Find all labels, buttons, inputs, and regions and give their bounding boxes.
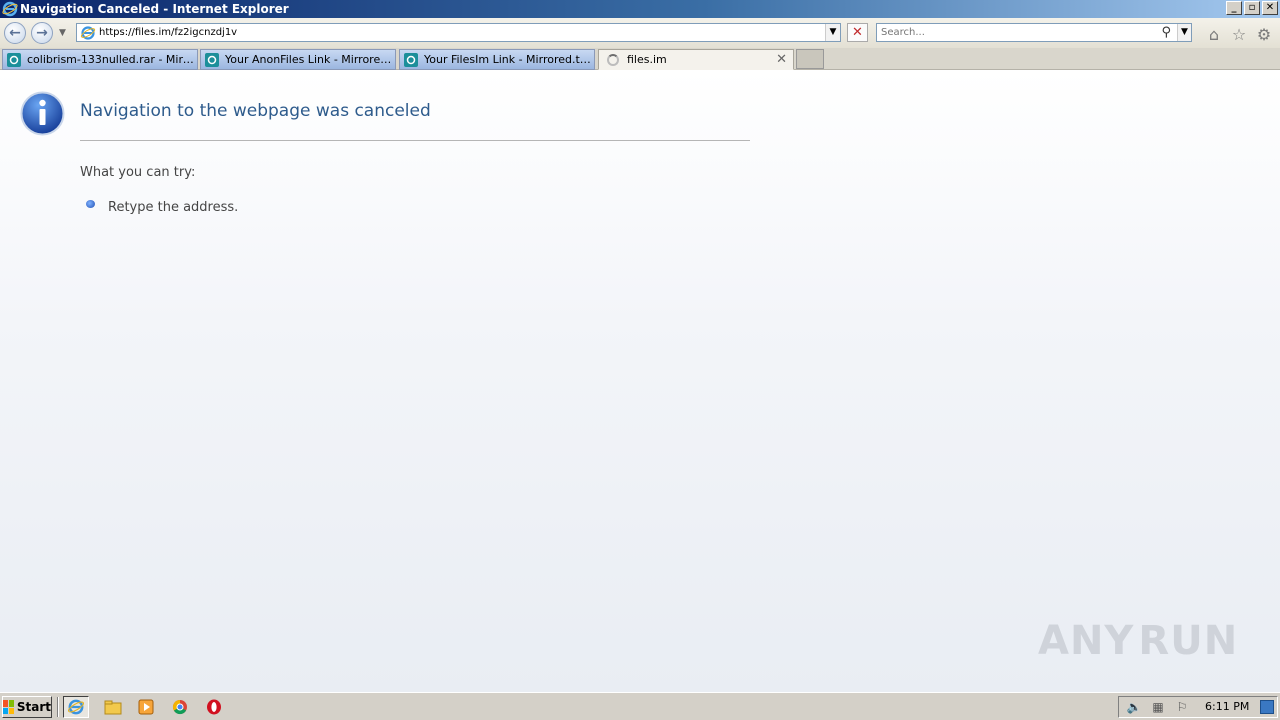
page-title: Navigation to the webpage was canceled <box>80 101 431 121</box>
system-tray: 🔈 ▦ ⚐ 6:11 PM <box>1118 696 1278 718</box>
new-tab-button[interactable] <box>796 49 824 69</box>
clock[interactable]: 6:11 PM <box>1205 700 1249 713</box>
taskbar-windows-explorer[interactable] <box>100 696 126 718</box>
tab-bar: colibrism-133nulled.rar - Mirrore... You… <box>0 48 1280 70</box>
page-content: Navigation to the webpage was canceled W… <box>0 71 1280 692</box>
restore-button[interactable]: ▫ <box>1244 1 1260 15</box>
favorites-star-icon[interactable]: ☆ <box>1229 25 1249 45</box>
back-arrow-icon: ← <box>9 25 21 41</box>
start-label: Start <box>16 700 51 714</box>
tab-label: colibrism-133nulled.rar - Mirrore... <box>27 53 197 66</box>
tab-colibrism[interactable]: colibrism-133nulled.rar - Mirrore... <box>2 49 198 70</box>
taskbar: Start 🔈 ▦ ⚐ 6:11 PM <box>0 692 1280 720</box>
chrome-icon <box>172 699 187 715</box>
opera-icon <box>207 699 221 715</box>
search-dropdown[interactable]: ▼ <box>1177 24 1191 41</box>
navigation-bar: ← → ▼ https://files.im/fz2igcnzdj1v ▼ ✕ … <box>0 18 1280 48</box>
folder-icon <box>104 700 122 715</box>
home-icon[interactable]: ⌂ <box>1204 25 1224 45</box>
tab-filesim-link[interactable]: Your FilesIm Link - Mirrored.to - ... <box>399 49 595 70</box>
speaker-icon[interactable]: 🔈 <box>1125 699 1143 715</box>
back-button[interactable]: ← <box>4 22 26 44</box>
show-desktop-button[interactable] <box>1260 700 1274 714</box>
taskbar-separator <box>57 697 59 717</box>
taskbar-opera[interactable] <box>201 696 227 718</box>
search-box[interactable]: ⚲ ▼ <box>876 23 1192 42</box>
internet-explorer-icon <box>2 1 18 17</box>
taskbar-media-player[interactable] <box>133 696 159 718</box>
internet-explorer-icon <box>67 699 85 715</box>
mirrored-favicon-icon <box>205 52 219 67</box>
action-center-flag-icon[interactable]: ⚐ <box>1173 699 1191 715</box>
taskbar-chrome[interactable] <box>167 696 193 718</box>
close-window-button[interactable]: ✕ <box>1262 1 1278 15</box>
loading-spinner-icon <box>607 53 619 66</box>
gear-icon[interactable]: ⚙ <box>1254 25 1274 45</box>
tab-files-im[interactable]: files.im ✕ <box>598 49 794 70</box>
history-dropdown[interactable]: ▼ <box>59 28 66 38</box>
network-icon[interactable]: ▦ <box>1149 699 1167 715</box>
mirrored-favicon-icon <box>7 52 21 67</box>
address-dropdown[interactable]: ▼ <box>825 24 840 41</box>
search-icon[interactable]: ⚲ <box>1161 25 1171 40</box>
tab-anonfiles[interactable]: Your AnonFiles Link - Mirrored.t... <box>200 49 396 70</box>
minimize-button[interactable]: _ <box>1226 1 1242 15</box>
tab-label: files.im <box>627 53 667 66</box>
address-bar[interactable]: https://files.im/fz2igcnzdj1v ▼ <box>76 23 841 42</box>
media-player-icon <box>138 699 154 715</box>
mirrored-favicon-icon <box>404 52 418 67</box>
search-input[interactable] <box>881 27 1151 38</box>
watermark-text-right: RUN <box>1138 618 1239 664</box>
tab-label: Your FilesIm Link - Mirrored.to - ... <box>424 53 594 66</box>
address-url[interactable]: https://files.im/fz2igcnzdj1v <box>99 27 237 38</box>
tab-label: Your AnonFiles Link - Mirrored.t... <box>225 53 395 66</box>
watermark-text-left: ANY <box>1038 618 1135 664</box>
forward-button[interactable]: → <box>31 22 53 44</box>
divider <box>80 140 750 141</box>
taskbar-internet-explorer[interactable] <box>63 696 89 718</box>
try-label: What you can try: <box>80 165 196 180</box>
window-controls: _ ▫ ✕ <box>1226 1 1278 15</box>
anyrun-watermark: ANY RUN <box>1038 609 1238 673</box>
start-button[interactable]: Start <box>2 696 52 718</box>
tip-retype-address: Retype the address. <box>108 200 239 215</box>
bullet-icon <box>86 200 95 208</box>
page-ie-icon <box>80 25 96 40</box>
window-title: Navigation Canceled - Internet Explorer <box>20 2 289 16</box>
info-icon <box>20 91 65 136</box>
stop-button[interactable]: ✕ <box>847 23 868 42</box>
stop-x-icon: ✕ <box>852 25 863 40</box>
windows-flag-icon <box>3 700 14 714</box>
window-titlebar[interactable]: Navigation Canceled - Internet Explorer … <box>0 0 1280 18</box>
tab-close-icon[interactable]: ✕ <box>776 52 787 67</box>
forward-arrow-icon: → <box>36 25 48 41</box>
